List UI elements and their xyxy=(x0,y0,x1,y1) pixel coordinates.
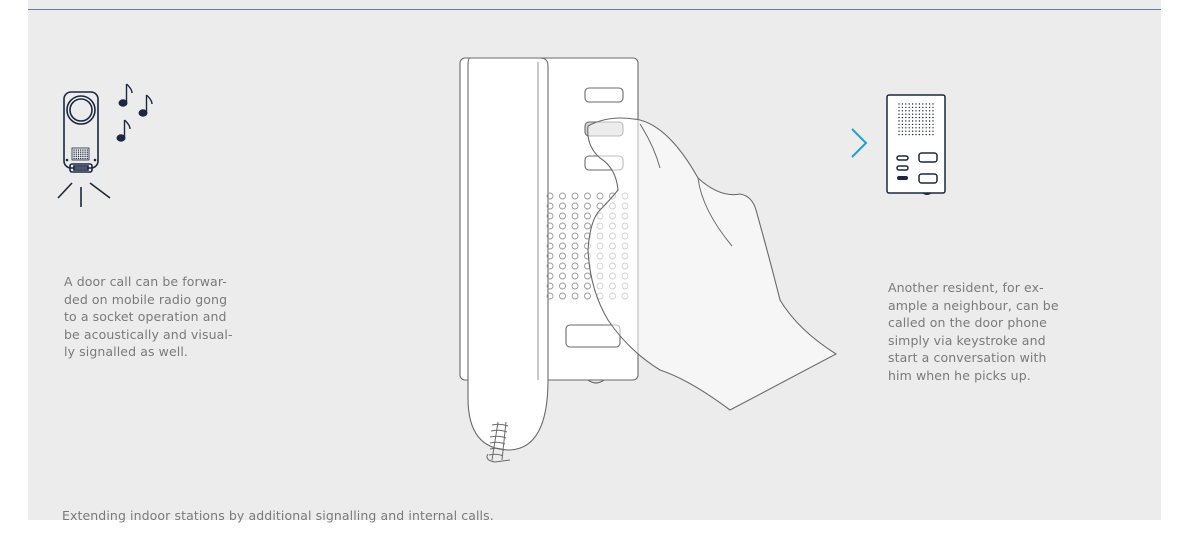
speaker-grill xyxy=(71,147,90,161)
music-notes-icon xyxy=(116,83,153,142)
indoor-phone-handset-icon xyxy=(459,57,838,463)
light-rays-icon xyxy=(57,182,111,207)
caption: Extending indoor stations by additional … xyxy=(62,508,494,523)
right-description: Another resident, for ex- ample a neighb… xyxy=(888,280,1059,383)
indoor-station-icon xyxy=(886,94,946,195)
chevron-right-icon xyxy=(851,128,868,158)
left-description: A door call can be forwar- ded on mobile… xyxy=(64,274,233,359)
top-divider xyxy=(28,9,1161,10)
